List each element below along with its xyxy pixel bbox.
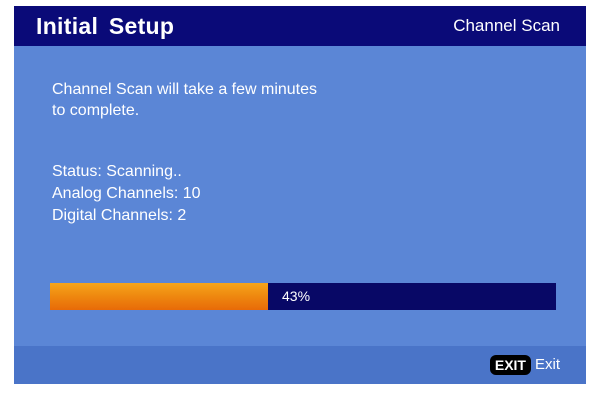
exit-button[interactable]: EXIT Exit	[489, 354, 560, 376]
exit-key-icon: EXIT	[489, 355, 531, 375]
footer-bar: EXIT Exit	[14, 346, 586, 384]
scan-progress-bar: 43%	[50, 283, 556, 310]
scan-progress-percent: 43%	[282, 288, 311, 304]
page-subtitle: Channel Scan	[453, 16, 560, 35]
scan-progress-fill	[50, 283, 268, 310]
scan-info-line-2: to complete.	[52, 102, 140, 119]
page-title: Initial Setup	[36, 13, 175, 39]
digital-channel-count: Digital Channels: 2	[52, 207, 187, 224]
scan-info-line-1: Channel Scan will take a few minutes	[52, 81, 318, 98]
exit-label: Exit	[534, 356, 560, 373]
analog-channel-count: Analog Channels: 10	[52, 185, 201, 202]
channel-scan-screen: Initial Setup Channel Scan Channel Scan …	[14, 6, 586, 384]
header-bar: Initial Setup Channel Scan	[14, 6, 586, 46]
scan-status: Status: Scanning..	[52, 163, 182, 180]
